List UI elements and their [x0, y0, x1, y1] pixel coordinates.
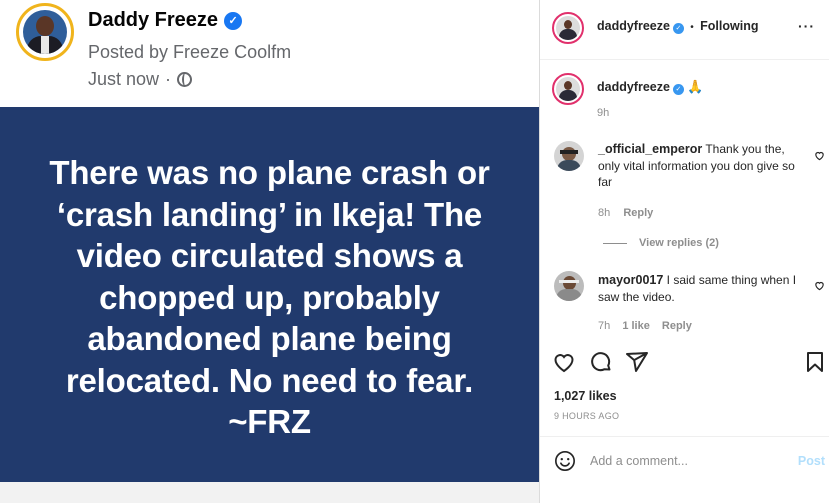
author-avatar[interactable] — [16, 3, 74, 61]
header-separator: • — [690, 22, 694, 33]
comment-meta: 8h Reply — [598, 207, 653, 219]
caption-row: daddyfreeze ✓ 🙏 — [597, 79, 703, 95]
bookmark-icon[interactable] — [803, 350, 827, 374]
author-name[interactable]: Daddy Freeze ✓ — [88, 9, 243, 32]
verified-icon: ✓ — [672, 23, 684, 34]
post-age[interactable]: 9 HOURS AGO — [554, 411, 619, 421]
reply-button[interactable]: Reply — [662, 320, 692, 332]
replies-line — [603, 243, 627, 244]
likes-count[interactable]: 1,027 likes — [554, 389, 617, 403]
comment-time[interactable]: 8h — [598, 207, 610, 219]
comment-username[interactable]: _official_emperor — [598, 142, 702, 156]
post-message: There was no plane crash or ‘crash landi… — [49, 154, 490, 441]
author-name-text[interactable]: Daddy Freeze — [88, 9, 218, 32]
facebook-post: Daddy Freeze ✓ Posted by Freeze Coolfm J… — [0, 0, 539, 503]
separator-dot: · — [165, 69, 172, 89]
header-user-row: daddyfreeze ✓ • Following — [597, 19, 758, 34]
share-icon[interactable] — [625, 350, 649, 374]
globe-icon — [177, 72, 193, 87]
header-avatar[interactable] — [552, 12, 584, 44]
comment-body: _official_emperor Thank you the, only vi… — [598, 141, 806, 191]
post-button[interactable]: Post — [798, 454, 825, 468]
ig-header: daddyfreeze ✓ • Following ··· — [540, 0, 829, 60]
verified-badge-icon: ✓ — [224, 11, 243, 30]
commenter-avatar[interactable] — [554, 271, 584, 301]
caption-avatar[interactable] — [552, 73, 584, 105]
commenter-avatar[interactable] — [554, 141, 584, 171]
following-button[interactable]: Following — [700, 19, 758, 33]
reply-button[interactable]: Reply — [623, 207, 653, 219]
bottom-strip — [0, 482, 539, 503]
comment-icon[interactable] — [589, 350, 613, 374]
like-comment-icon[interactable] — [814, 150, 825, 161]
post-time: Just now · — [88, 69, 193, 90]
post-header: Daddy Freeze ✓ Posted by Freeze Coolfm J… — [0, 0, 539, 107]
more-options-icon[interactable]: ··· — [798, 18, 815, 34]
comment-username[interactable]: mayor0017 — [598, 273, 663, 287]
heart-icon[interactable] — [552, 350, 576, 374]
verified-icon: ✓ — [672, 84, 684, 95]
posted-by[interactable]: Posted by Freeze Coolfm — [88, 42, 291, 63]
comment-body: mayor0017 I said same thing when I saw t… — [598, 272, 806, 305]
emoji-icon[interactable] — [554, 450, 576, 472]
post-image-card[interactable]: There was no plane crash or ‘crash landi… — [0, 107, 539, 482]
post-time-text[interactable]: Just now — [88, 69, 159, 90]
view-replies-button[interactable]: View replies (2) — [639, 237, 719, 249]
add-comment-bar: Add a comment... Post — [540, 436, 829, 484]
header-username[interactable]: daddyfreeze — [597, 19, 670, 33]
caption-time[interactable]: 9h — [597, 107, 609, 119]
pray-emoji: 🙏 — [687, 79, 704, 94]
like-comment-icon[interactable] — [814, 280, 825, 291]
comment-time[interactable]: 7h — [598, 320, 610, 332]
comment-input[interactable]: Add a comment... — [590, 454, 688, 468]
comment-likes[interactable]: 1 like — [622, 320, 650, 332]
caption-username[interactable]: daddyfreeze — [597, 80, 670, 94]
action-bar — [540, 343, 829, 383]
comment-meta: 7h 1 like Reply — [598, 320, 692, 332]
instagram-panel: daddyfreeze ✓ • Following ··· daddyfreeze… — [540, 0, 829, 503]
